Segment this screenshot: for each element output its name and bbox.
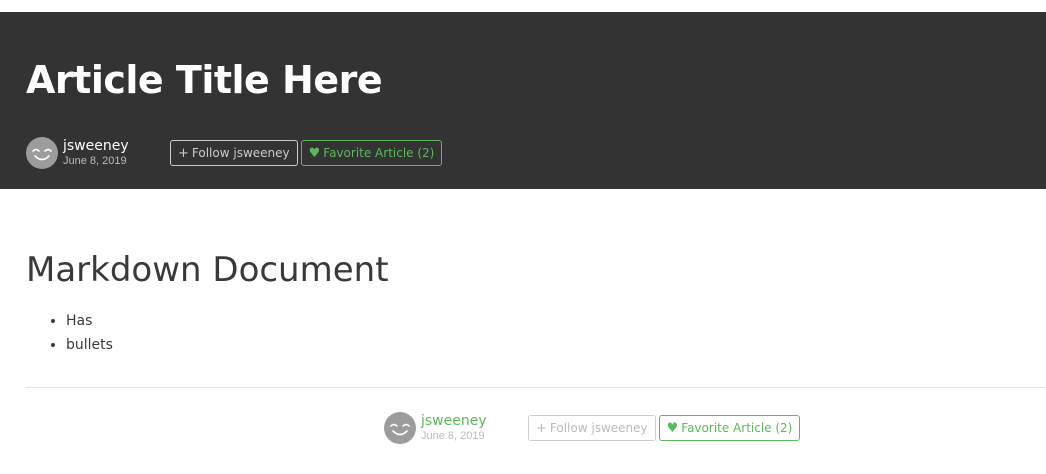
author-link[interactable]: jsweeney: [63, 138, 145, 154]
heart-icon: ♥: [666, 420, 679, 436]
author-info: jsweeney June 8, 2019: [421, 413, 503, 443]
follow-button[interactable]: + Follow jsweeney: [170, 140, 298, 166]
divider: [26, 387, 1046, 388]
article-title: Article Title Here: [26, 58, 383, 102]
author-avatar[interactable]: [384, 412, 416, 444]
favorite-label: Favorite Article (2): [681, 421, 793, 435]
follow-button[interactable]: + Follow jsweeney: [528, 415, 656, 441]
article-banner: Article Title Here jsweeney June 8, 2019…: [0, 12, 1046, 189]
list-item: Has: [66, 309, 113, 333]
favorite-label: Favorite Article (2): [323, 146, 435, 160]
author-info: jsweeney June 8, 2019: [63, 138, 145, 168]
article-date: June 8, 2019: [63, 155, 127, 167]
favorite-button[interactable]: ♥ Favorite Article (2): [658, 415, 801, 441]
article-date: June 8, 2019: [421, 430, 485, 442]
favorite-button[interactable]: ♥ Favorite Article (2): [300, 140, 443, 166]
heart-icon: ♥: [308, 145, 321, 161]
author-avatar[interactable]: [26, 137, 58, 169]
list-item: bullets: [66, 333, 113, 357]
document-heading: Markdown Document: [26, 250, 389, 290]
bullet-list: Has bullets: [26, 309, 113, 357]
plus-icon: +: [536, 420, 547, 436]
smiley-icon: [32, 148, 52, 161]
author-link[interactable]: jsweeney: [421, 413, 503, 429]
follow-label: Follow jsweeney: [191, 146, 290, 160]
article-meta: jsweeney June 8, 2019 + Follow jsweeney …: [26, 137, 443, 169]
plus-icon: +: [178, 145, 189, 161]
smiley-icon: [390, 423, 410, 436]
article-meta-footer: jsweeney June 8, 2019 + Follow jsweeney …: [384, 412, 801, 444]
follow-label: Follow jsweeney: [549, 421, 648, 435]
